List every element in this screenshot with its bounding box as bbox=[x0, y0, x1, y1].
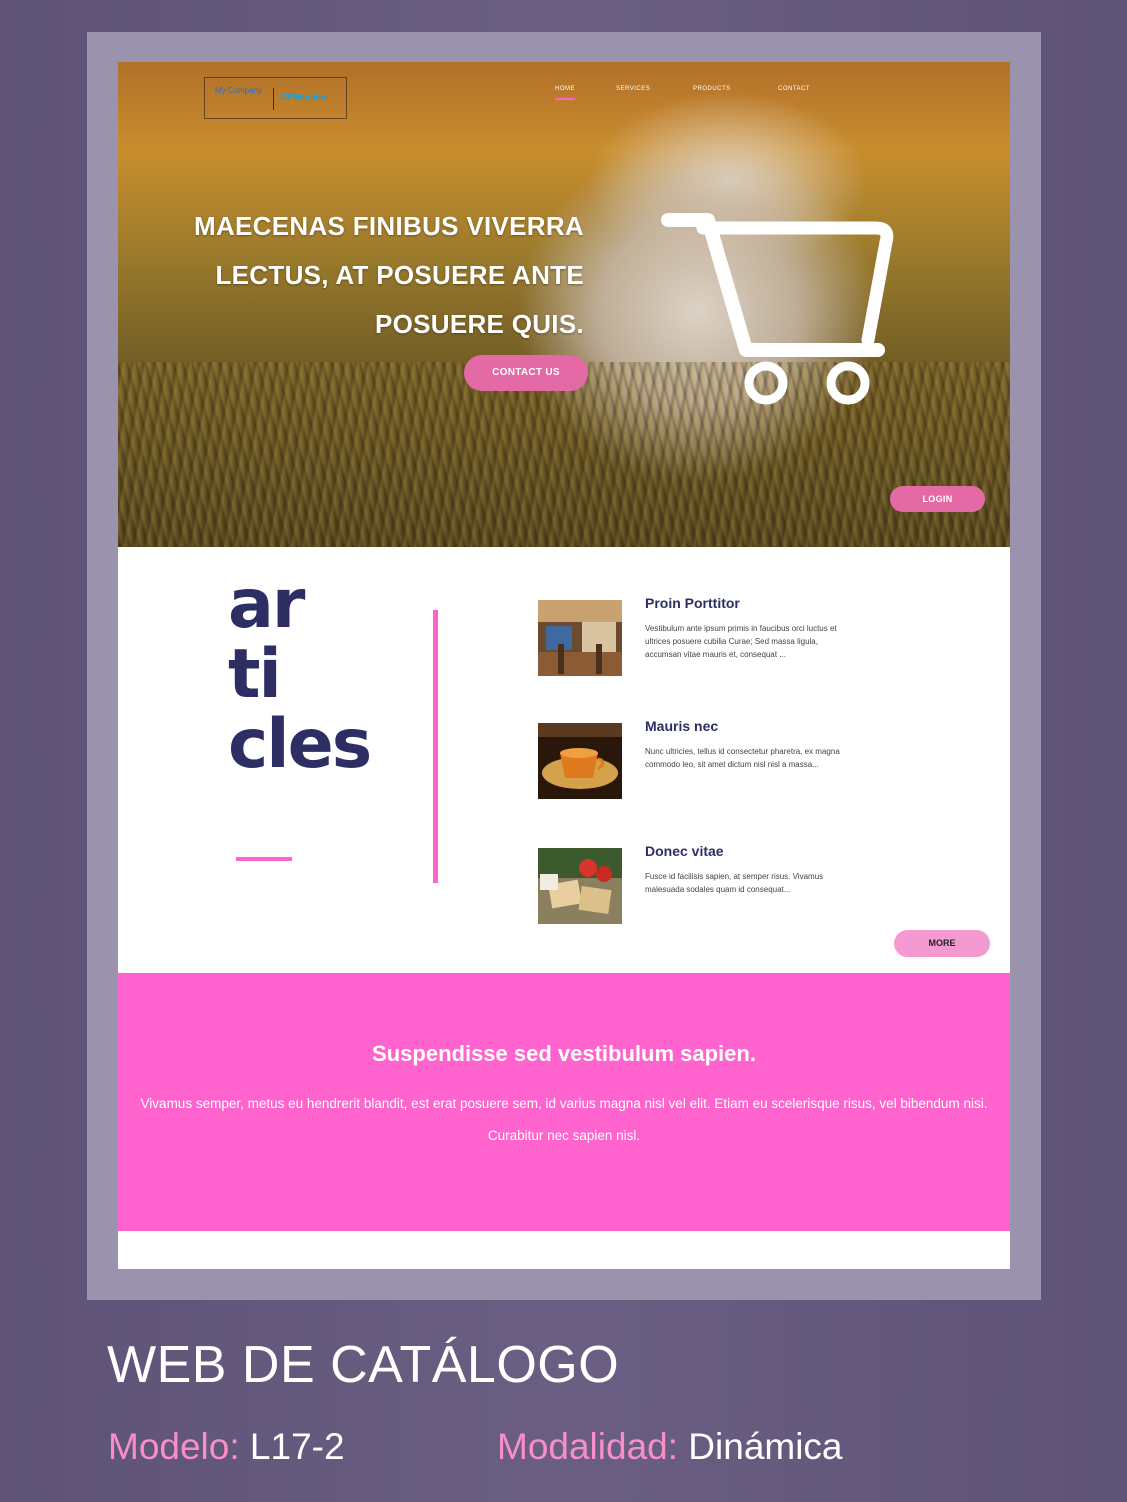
band-text: Vivamus semper, metus eu hendrerit bland… bbox=[140, 1096, 988, 1143]
contact-us-button[interactable]: CONTACT US bbox=[464, 355, 588, 391]
model-caption: Modelo: L17-2 bbox=[108, 1426, 345, 1468]
mode-label: Modalidad: bbox=[497, 1426, 679, 1467]
coffee-cup-thumbnail bbox=[538, 723, 622, 799]
nav-item-home[interactable]: HOME bbox=[555, 86, 575, 100]
articles-heading: ar ti cles bbox=[228, 565, 372, 784]
logo-right-text: CPWonline bbox=[281, 92, 329, 102]
model-label: Modelo: bbox=[108, 1426, 240, 1467]
nav-item-contact[interactable]: CONTACT bbox=[778, 86, 810, 92]
hero-headline-line: MAECENAS FINIBUS VIVERRA bbox=[193, 211, 584, 241]
articles-underline bbox=[236, 857, 292, 861]
model-value: L17-2 bbox=[249, 1426, 345, 1467]
article-title[interactable]: Mauris nec bbox=[645, 718, 718, 734]
article-description: Vestibulum ante ipsum primis in faucibus… bbox=[645, 624, 837, 659]
dining-room-thumbnail bbox=[538, 600, 622, 676]
articles-heading-line: ar bbox=[228, 565, 305, 644]
articles-heading-line: ti bbox=[228, 635, 282, 714]
hero-headline-line: POSUERE QUIS. bbox=[374, 309, 584, 339]
company-logo[interactable]: My Company CPWonline bbox=[204, 77, 347, 119]
mode-caption: Modalidad: Dinámica bbox=[497, 1426, 843, 1468]
crackers-tomatoes-thumbnail bbox=[538, 848, 622, 924]
shopping-cart-icon bbox=[661, 213, 894, 405]
article-description: Fusce id facilisis sapien, at semper ris… bbox=[645, 872, 824, 894]
mode-value: Dinámica bbox=[688, 1426, 843, 1467]
band-title: Suspendisse sed vestibulum sapien. bbox=[372, 1041, 756, 1066]
article-title[interactable]: Proin Porttitor bbox=[645, 595, 740, 611]
article-item[interactable]: Proin Porttitor Vestibulum ante ipsum pr… bbox=[538, 595, 858, 690]
logo-separator bbox=[273, 88, 274, 110]
nav-item-services[interactable]: SERVICES bbox=[616, 86, 650, 92]
article-description: Nunc ultricies, tellus id consectetur ph… bbox=[645, 747, 840, 769]
website-preview: My Company CPWonline HOME SERVICES PRODU… bbox=[118, 62, 1010, 1269]
hero-headline: MAECENAS FINIBUS VIVERRA LECTUS, AT POSU… bbox=[158, 202, 584, 349]
articles-heading-line: cles bbox=[228, 705, 372, 784]
hero-headline-line: LECTUS, AT POSUERE ANTE bbox=[215, 260, 584, 290]
nav-item-products[interactable]: PRODUCTS bbox=[693, 86, 731, 92]
login-button[interactable]: LOGIN bbox=[890, 486, 985, 512]
hero-banner: My Company CPWonline HOME SERVICES PRODU… bbox=[118, 62, 1010, 547]
article-item[interactable]: Mauris nec Nunc ultricies, tellus id con… bbox=[538, 718, 858, 813]
articles-divider bbox=[433, 610, 438, 883]
catalog-caption-title: WEB DE CATÁLOGO bbox=[107, 1336, 620, 1394]
article-item[interactable]: Donec vitae Fusce id facilisis sapien, a… bbox=[538, 843, 858, 938]
article-title[interactable]: Donec vitae bbox=[645, 843, 724, 859]
logo-left-text: My Company bbox=[215, 86, 263, 95]
main-navigation: HOME SERVICES PRODUCTS CONTACT bbox=[538, 86, 828, 106]
pink-info-band: Suspendisse sed vestibulum sapien. Vivam… bbox=[118, 973, 1010, 1231]
more-button[interactable]: MORE bbox=[894, 930, 990, 957]
